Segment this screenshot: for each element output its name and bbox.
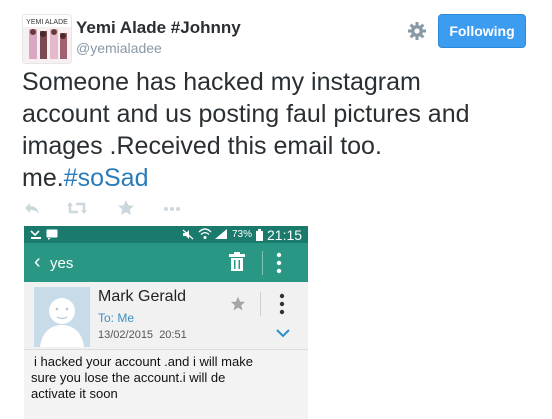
- author-avatar[interactable]: YEMI ALADE: [22, 14, 72, 64]
- email-body: i hacked your account .and i will make s…: [31, 354, 303, 402]
- more-vertical-icon[interactable]: [276, 252, 282, 274]
- favorite-icon[interactable]: [116, 198, 136, 218]
- star-icon[interactable]: [230, 296, 246, 312]
- attached-screenshot[interactable]: 73% 21:15 ‹ yes Mark Gerald To: Me 13/02…: [24, 226, 308, 419]
- tweet-text-prefix: me.: [22, 164, 64, 192]
- email-body-line: sure you lose the account.i will de: [31, 370, 226, 385]
- email-time: 20:51: [159, 329, 187, 341]
- battery-icon: [256, 229, 263, 241]
- email-date: 13/02/2015: [98, 329, 154, 341]
- author-handle[interactable]: @yemialadee: [76, 40, 162, 56]
- email-header: Mark Gerald To: Me 13/02/2015 20:51: [24, 282, 308, 350]
- email-app-bar: ‹ yes: [24, 243, 308, 282]
- signal-icon: [215, 229, 227, 239]
- header-divider: [260, 292, 261, 316]
- author-name[interactable]: Yemi Alade #Johnny: [76, 18, 241, 38]
- retweet-icon[interactable]: [66, 198, 87, 218]
- email-more-icon[interactable]: [279, 293, 285, 315]
- app-bar-divider: [262, 251, 263, 275]
- back-arrow-icon[interactable]: ‹: [34, 252, 41, 272]
- phone-status-bar: 73% 21:15: [24, 226, 308, 243]
- tweet-actions: [22, 198, 222, 218]
- mute-icon: [182, 229, 194, 240]
- missed-call-icon: [30, 230, 41, 239]
- wifi-icon: [198, 228, 212, 239]
- email-body-line: activate it soon: [31, 386, 118, 401]
- email-datetime: 13/02/2015 20:51: [98, 329, 187, 341]
- email-subject: yes: [50, 255, 74, 272]
- tweet-text-line: images .Received this email too.: [22, 132, 382, 160]
- tweet-text-line: Someone has hacked my instagram: [22, 68, 421, 96]
- tweet-text-line: me.#soSad: [22, 162, 532, 194]
- avatar-logo-text: YEMI ALADE: [26, 19, 68, 26]
- trash-icon[interactable]: [228, 252, 246, 272]
- sender-avatar: [34, 287, 90, 347]
- clock: 21:15: [267, 227, 303, 243]
- gear-icon[interactable]: [406, 20, 428, 42]
- reply-icon[interactable]: [22, 198, 42, 218]
- email-body-line: i hacked your account .and i will make: [34, 354, 253, 369]
- hashtag-link[interactable]: #soSad: [64, 164, 149, 192]
- following-button[interactable]: Following: [438, 14, 526, 48]
- recipient: To: Me: [98, 311, 135, 325]
- tweet-text: Someone has hacked my instagram account …: [22, 66, 532, 194]
- more-icon[interactable]: [162, 198, 182, 218]
- battery-percent: 73%: [232, 229, 253, 240]
- avatar-image: YEMI ALADE: [23, 15, 71, 63]
- message-icon: [46, 229, 58, 240]
- sender-name: Mark Gerald: [98, 288, 187, 305]
- chevron-down-icon[interactable]: [276, 329, 290, 338]
- tweet-text-line: account and us posting faul pictures and: [22, 100, 470, 128]
